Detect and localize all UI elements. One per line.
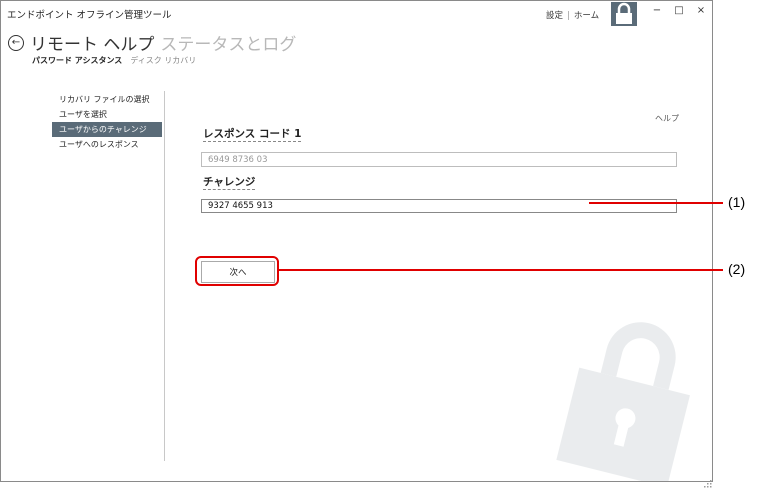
callout-2-line: [279, 269, 723, 271]
top-links: 設定 | ホーム: [546, 9, 599, 21]
lock-icon[interactable]: [611, 2, 637, 26]
lock-watermark-icon: [556, 311, 706, 488]
back-arrow-icon[interactable]: ←: [8, 35, 24, 51]
page-title: リモート ヘルプ ステータスとログ: [30, 30, 296, 55]
subtab-disk-recovery[interactable]: ディスク リカバリ: [130, 56, 196, 65]
callout-2-label: (2): [728, 261, 746, 277]
callout-1-line: [589, 202, 723, 204]
response-code-field[interactable]: [201, 152, 677, 167]
close-button[interactable]: ×: [693, 4, 709, 18]
subtabs: パスワード アシスタンス ディスク リカバリ: [32, 55, 196, 66]
wizard-steps: リカバリ ファイルの選択 ユーザを選択 ユーザからのチャレンジ ユーザへのレスポ…: [52, 92, 162, 152]
help-link[interactable]: ヘルプ: [655, 113, 679, 124]
callout-1-label: (1): [728, 194, 746, 210]
link-separator: |: [567, 11, 570, 21]
response-code-label: レスポンス コード 1: [203, 128, 302, 142]
step-challenge-from-user[interactable]: ユーザからのチャレンジ: [52, 122, 162, 137]
app-title: エンドポイント オフライン管理ツール: [7, 10, 172, 21]
home-link[interactable]: ホーム: [574, 11, 599, 21]
settings-link[interactable]: 設定: [546, 11, 563, 21]
minimize-button[interactable]: −: [649, 4, 665, 18]
tab-status-and-logs[interactable]: ステータスとログ: [160, 35, 296, 55]
challenge-label: チャレンジ: [203, 176, 256, 190]
callout-2-ring: [195, 256, 279, 286]
tab-remote-help[interactable]: リモート ヘルプ: [30, 35, 154, 55]
resize-grip-icon[interactable]: [702, 473, 712, 488]
subtab-password-assistance[interactable]: パスワード アシスタンス: [32, 56, 122, 65]
app-window: エンドポイント オフライン管理ツール 設定 | ホーム − □ × ← リモート ヘ…: [0, 0, 713, 488]
step-response-to-user[interactable]: ユーザへのレスポンス: [52, 137, 162, 152]
maximize-button[interactable]: □: [671, 4, 687, 18]
step-select-user[interactable]: ユーザを選択: [52, 107, 162, 122]
step-select-recovery-file[interactable]: リカバリ ファイルの選択: [52, 92, 162, 107]
sidebar-divider: [164, 91, 165, 461]
